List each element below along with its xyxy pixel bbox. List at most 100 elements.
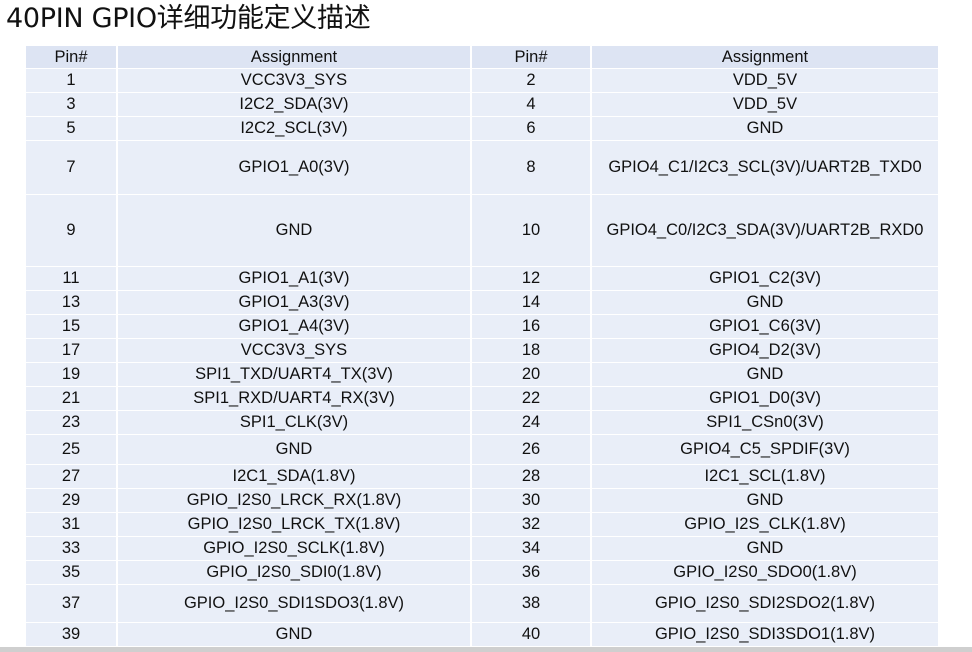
pin-number-cell: 1 (26, 69, 118, 93)
header-assignment-left: Assignment (118, 46, 472, 69)
assignment-cell: GPIO4_C0/I2C3_SDA(3V)/UART2B_RXD0 (592, 195, 938, 267)
assignment-cell: SPI1_CSn0(3V) (592, 411, 938, 435)
assignment-cell: GPIO_I2S0_LRCK_TX(1.8V) (118, 513, 472, 537)
assignment-cell: GPIO4_D2(3V) (592, 339, 938, 363)
pin-number-cell: 19 (26, 363, 118, 387)
assignment-cell: I2C2_SCL(3V) (118, 117, 472, 141)
pin-number-cell: 15 (26, 315, 118, 339)
pin-number-cell: 14 (472, 291, 592, 315)
assignment-cell: GND (118, 195, 472, 267)
table-row: 35 GPIO_I2S0_SDI0(1.8V) 36 GPIO_I2S0_SDO… (26, 561, 938, 585)
pin-number-cell: 40 (472, 623, 592, 647)
pin-number-cell: 39 (26, 623, 118, 647)
pin-number-cell: 24 (472, 411, 592, 435)
assignment-cell: GND (592, 291, 938, 315)
pin-number-cell: 28 (472, 465, 592, 489)
assignment-cell: VDD_5V (592, 93, 938, 117)
table-row: 9 GND 10 GPIO4_C0/I2C3_SDA(3V)/UART2B_RX… (26, 195, 938, 267)
header-pin-right: Pin# (472, 46, 592, 69)
bottom-divider (0, 647, 972, 652)
pin-number-cell: 17 (26, 339, 118, 363)
assignment-cell: GPIO1_A3(3V) (118, 291, 472, 315)
table-body: 1 VCC3V3_SYS 2 VDD_5V 3 I2C2_SDA(3V) 4 V… (26, 69, 938, 647)
table-row: 1 VCC3V3_SYS 2 VDD_5V (26, 69, 938, 93)
assignment-cell: GPIO4_C1/I2C3_SCL(3V)/UART2B_TXD0 (592, 141, 938, 195)
table-row: 21 SPI1_RXD/UART4_RX(3V) 22 GPIO1_D0(3V) (26, 387, 938, 411)
pin-number-cell: 36 (472, 561, 592, 585)
page-title: 40PIN GPIO详细功能定义描述 (6, 3, 371, 34)
pin-number-cell: 10 (472, 195, 592, 267)
pin-number-cell: 33 (26, 537, 118, 561)
pin-number-cell: 6 (472, 117, 592, 141)
header-pin-left: Pin# (26, 46, 118, 69)
pin-number-cell: 11 (26, 267, 118, 291)
pin-number-cell: 34 (472, 537, 592, 561)
assignment-cell: I2C1_SCL(1.8V) (592, 465, 938, 489)
table-row: 29 GPIO_I2S0_LRCK_RX(1.8V) 30 GND (26, 489, 938, 513)
assignment-cell: GPIO_I2S0_SDO0(1.8V) (592, 561, 938, 585)
assignment-cell: SPI1_CLK(3V) (118, 411, 472, 435)
pin-number-cell: 3 (26, 93, 118, 117)
pin-number-cell: 12 (472, 267, 592, 291)
assignment-cell: I2C2_SDA(3V) (118, 93, 472, 117)
assignment-cell: GPIO4_C5_SPDIF(3V) (592, 435, 938, 465)
pin-number-cell: 20 (472, 363, 592, 387)
assignment-cell: GND (118, 623, 472, 647)
table-row: 19 SPI1_TXD/UART4_TX(3V) 20 GND (26, 363, 938, 387)
assignment-cell: GPIO_I2S0_SCLK(1.8V) (118, 537, 472, 561)
assignment-cell: VDD_5V (592, 69, 938, 93)
pin-number-cell: 9 (26, 195, 118, 267)
assignment-cell: GPIO1_D0(3V) (592, 387, 938, 411)
pin-number-cell: 8 (472, 141, 592, 195)
pin-number-cell: 32 (472, 513, 592, 537)
assignment-cell: VCC3V3_SYS (118, 69, 472, 93)
table-row: 5 I2C2_SCL(3V) 6 GND (26, 117, 938, 141)
assignment-cell: GPIO1_A4(3V) (118, 315, 472, 339)
assignment-cell: GND (592, 117, 938, 141)
assignment-cell: GPIO1_A0(3V) (118, 141, 472, 195)
assignment-cell: GND (118, 435, 472, 465)
pin-number-cell: 13 (26, 291, 118, 315)
header-assignment-right: Assignment (592, 46, 938, 69)
assignment-cell: GPIO_I2S_CLK(1.8V) (592, 513, 938, 537)
pin-number-cell: 29 (26, 489, 118, 513)
pin-number-cell: 38 (472, 585, 592, 623)
table-row: 33 GPIO_I2S0_SCLK(1.8V) 34 GND (26, 537, 938, 561)
assignment-cell: GND (592, 537, 938, 561)
assignment-cell: I2C1_SDA(1.8V) (118, 465, 472, 489)
pin-number-cell: 21 (26, 387, 118, 411)
assignment-cell: GND (592, 363, 938, 387)
assignment-cell: GPIO1_A1(3V) (118, 267, 472, 291)
pin-number-cell: 35 (26, 561, 118, 585)
table-row: 31 GPIO_I2S0_LRCK_TX(1.8V) 32 GPIO_I2S_C… (26, 513, 938, 537)
assignment-cell: VCC3V3_SYS (118, 339, 472, 363)
table-row: 3 I2C2_SDA(3V) 4 VDD_5V (26, 93, 938, 117)
table-row: 11 GPIO1_A1(3V) 12 GPIO1_C2(3V) (26, 267, 938, 291)
pin-number-cell: 16 (472, 315, 592, 339)
table-row: 15 GPIO1_A4(3V) 16 GPIO1_C6(3V) (26, 315, 938, 339)
assignment-cell: GPIO_I2S0_SDI3SDO1(1.8V) (592, 623, 938, 647)
assignment-cell: GPIO_I2S0_SDI1SDO3(1.8V) (118, 585, 472, 623)
pin-number-cell: 7 (26, 141, 118, 195)
assignment-cell: GPIO_I2S0_LRCK_RX(1.8V) (118, 489, 472, 513)
assignment-cell: GPIO_I2S0_SDI2SDO2(1.8V) (592, 585, 938, 623)
assignment-cell: GPIO1_C2(3V) (592, 267, 938, 291)
table-row: 37 GPIO_I2S0_SDI1SDO3(1.8V) 38 GPIO_I2S0… (26, 585, 938, 623)
assignment-cell: GND (592, 489, 938, 513)
assignment-cell: GPIO1_C6(3V) (592, 315, 938, 339)
pin-number-cell: 26 (472, 435, 592, 465)
table-row: 7 GPIO1_A0(3V) 8 GPIO4_C1/I2C3_SCL(3V)/U… (26, 141, 938, 195)
pin-number-cell: 2 (472, 69, 592, 93)
assignment-cell: GPIO_I2S0_SDI0(1.8V) (118, 561, 472, 585)
table-row: 23 SPI1_CLK(3V) 24 SPI1_CSn0(3V) (26, 411, 938, 435)
table-row: 27 I2C1_SDA(1.8V) 28 I2C1_SCL(1.8V) (26, 465, 938, 489)
gpio-pin-table: Pin# Assignment Pin# Assignment 1 VCC3V3… (26, 46, 938, 647)
assignment-cell: SPI1_RXD/UART4_RX(3V) (118, 387, 472, 411)
pin-number-cell: 27 (26, 465, 118, 489)
pin-number-cell: 25 (26, 435, 118, 465)
pin-number-cell: 30 (472, 489, 592, 513)
table-row: 17 VCC3V3_SYS 18 GPIO4_D2(3V) (26, 339, 938, 363)
pin-number-cell: 4 (472, 93, 592, 117)
table-row: 25 GND 26 GPIO4_C5_SPDIF(3V) (26, 435, 938, 465)
pin-number-cell: 22 (472, 387, 592, 411)
